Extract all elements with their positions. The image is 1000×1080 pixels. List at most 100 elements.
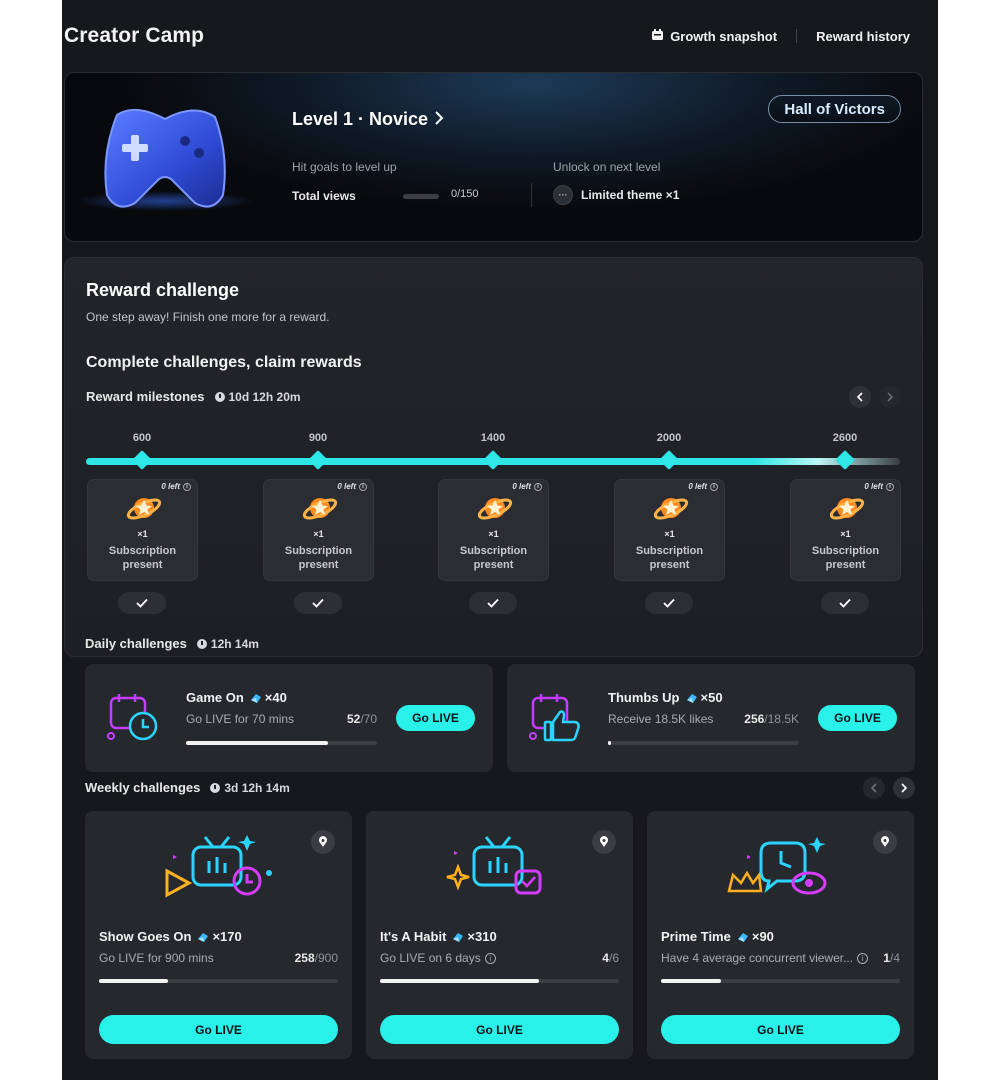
total-views-label: Total views <box>292 189 356 203</box>
challenge-progress-bar <box>380 979 619 983</box>
challenge-title: Show Goes On <box>99 929 192 944</box>
subscription-gift-icon <box>477 490 513 531</box>
clock-icon <box>196 638 207 649</box>
milestones-next-button[interactable] <box>879 386 901 408</box>
milestone-claimed-button[interactable] <box>118 592 166 614</box>
milestones-header: Reward milestones 10d 12h 20m <box>86 389 301 404</box>
live-tv-calendar-icon <box>444 831 556 911</box>
calendar-clock-icon <box>105 692 165 749</box>
info-icon[interactable]: i <box>534 482 542 491</box>
pin-icon <box>319 836 327 847</box>
header-divider <box>796 29 798 43</box>
clock-icon <box>214 391 225 402</box>
challenge-points: ×50 <box>686 690 723 705</box>
pin-icon <box>881 836 889 847</box>
milestone-reward-card[interactable]: 0 left i ×1 Subscription present <box>87 479 198 581</box>
milestones-prev-button[interactable] <box>849 386 871 408</box>
chevron-left-icon <box>856 392 863 402</box>
milestones-timer: 10d 12h 20m <box>214 389 301 404</box>
milestone-reward-card[interactable]: 0 left i ×1 Subscription present <box>790 479 901 581</box>
checkmark-icon <box>663 598 675 608</box>
weekly-timer: 3d 12h 14m <box>210 781 290 795</box>
milestone-points: 600 <box>132 432 152 444</box>
info-icon[interactable]: i <box>484 952 496 964</box>
go-live-button[interactable]: Go LIVE <box>818 705 897 731</box>
challenge-progress-bar <box>661 979 900 983</box>
pin-button[interactable] <box>873 830 897 854</box>
unlock-label: Unlock on next level <box>553 160 661 174</box>
challenge-points-value: ×170 <box>212 929 242 944</box>
go-live-button[interactable]: Go LIVE <box>396 705 475 731</box>
challenge-title-row: Show Goes On ×170 <box>99 929 242 944</box>
milestone-reward-card[interactable]: 0 left i ×1 Subscription present <box>438 479 549 581</box>
milestone-claimed-button[interactable] <box>821 592 869 614</box>
hall-of-victors-button[interactable]: Hall of Victors <box>768 95 901 123</box>
growth-snapshot-link[interactable]: Growth snapshot <box>651 28 777 44</box>
go-live-button[interactable]: Go LIVE <box>380 1015 619 1044</box>
total-views-value: 0/150 <box>451 188 479 200</box>
info-icon[interactable]: i <box>710 482 718 491</box>
theme-icon: ··· <box>553 185 573 205</box>
challenge-title-row: Prime Time ×90 <box>661 929 774 944</box>
weekly-challenges-header: Weekly challenges 3d 12h 14m <box>85 780 290 795</box>
milestone-claimed-button[interactable] <box>294 592 342 614</box>
remaining-count-text: 0 left <box>512 482 531 491</box>
milestone-reward-card[interactable]: 0 left i ×1 Subscription present <box>263 479 374 581</box>
reward-name: Subscription present <box>108 545 177 571</box>
info-icon[interactable]: i <box>183 482 191 491</box>
milestone-claimed-button[interactable] <box>645 592 693 614</box>
remaining-count: 0 left i <box>688 482 718 491</box>
challenge-points: ×310 <box>452 929 497 944</box>
challenge-description: Receive 18.5K likes <box>608 712 714 726</box>
remaining-count: 0 left i <box>512 482 542 491</box>
milestone-points: 2000 <box>656 432 682 444</box>
pin-button[interactable] <box>592 830 616 854</box>
challenge-description: Go LIVE for 900 mins <box>99 951 214 965</box>
progress-done: 256 <box>744 712 765 726</box>
calendar-thumbs-up-icon <box>527 692 587 749</box>
milestones-timer-text: 10d 12h 20m <box>228 389 301 404</box>
challenge-progress-fill <box>186 741 328 745</box>
milestone-points: 2600 <box>832 432 858 444</box>
weekly-challenge-card: Prime Time ×90 Have 4 average concurrent… <box>647 811 914 1059</box>
milestones-label: Reward milestones <box>86 389 205 404</box>
challenge-title-row: Game On ×40 <box>186 690 287 705</box>
go-live-button[interactable]: Go LIVE <box>99 1015 338 1044</box>
reward-history-link[interactable]: Reward history <box>816 29 910 44</box>
checkmark-icon <box>136 598 148 608</box>
progress-total: /18.5K <box>764 712 799 726</box>
challenge-progress-fill <box>99 979 168 983</box>
reward-quantity: ×1 <box>664 529 675 539</box>
growth-snapshot-label: Growth snapshot <box>670 28 778 44</box>
pin-button[interactable] <box>311 830 335 854</box>
creator-camp-page: Creator Camp Growth snapshot Reward hist… <box>62 0 938 1080</box>
info-icon[interactable]: i <box>359 482 367 491</box>
weekly-prev-button[interactable] <box>863 777 885 799</box>
remaining-count-text: 0 left <box>864 482 883 491</box>
points-icon <box>250 693 261 703</box>
points-icon <box>198 932 209 942</box>
challenge-description-text: Go LIVE on 6 days <box>380 951 481 965</box>
daily-timer: 12h 14m <box>196 637 259 651</box>
game-controller-icon <box>95 95 235 225</box>
reward-quantity: ×1 <box>488 529 499 539</box>
reward-history-label: Reward history <box>816 28 910 44</box>
progress-total: /70 <box>360 712 377 726</box>
snapshot-icon <box>651 28 664 44</box>
live-tv-play-icon <box>163 831 275 911</box>
milestone-claimed-button[interactable] <box>469 592 517 614</box>
total-views-progress <box>403 194 439 199</box>
reward-name: Subscription present <box>459 545 528 571</box>
weekly-next-button[interactable] <box>893 777 915 799</box>
weekly-challenge-card: It's A Habit ×310 Go LIVE on 6 days i 4/… <box>366 811 633 1059</box>
level-title-link[interactable]: Level 1 · Novice <box>292 109 444 130</box>
info-icon[interactable]: i <box>857 952 869 964</box>
go-live-button[interactable]: Go LIVE <box>661 1015 900 1044</box>
reward-name: Subscription present <box>635 545 704 571</box>
milestone-reward-card[interactable]: 0 left i ×1 Subscription present <box>614 479 725 581</box>
challenge-description: Go LIVE on 6 days i <box>380 951 496 965</box>
reward-quantity: ×1 <box>137 529 148 539</box>
remaining-count-text: 0 left <box>337 482 356 491</box>
info-icon[interactable]: i <box>886 482 894 491</box>
challenge-description: Go LIVE for 70 mins <box>186 712 295 726</box>
